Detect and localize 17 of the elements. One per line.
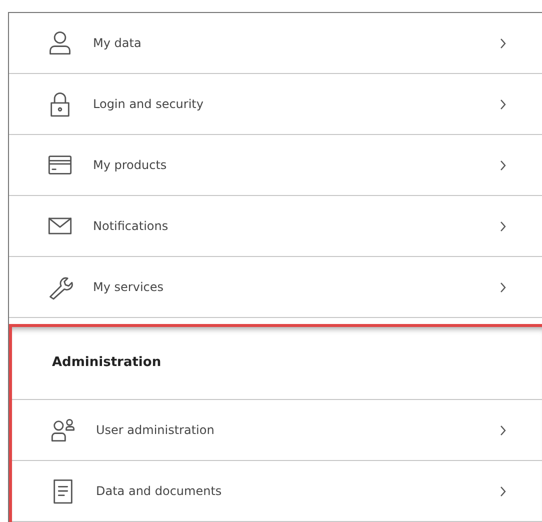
menu-item[interactable]: My data xyxy=(9,13,542,74)
chevron-icon xyxy=(500,160,506,170)
chevron-icon xyxy=(500,38,506,48)
menu-item[interactable]: User administration xyxy=(12,400,542,461)
menu-item[interactable]: My products xyxy=(9,135,542,196)
chevron-icon xyxy=(500,486,506,496)
chevron-icon xyxy=(500,424,506,436)
chevron-icon xyxy=(500,220,506,232)
person-icon xyxy=(47,30,73,56)
menu-item[interactable]: Data and documents xyxy=(12,461,542,522)
chevron-icon xyxy=(500,282,506,292)
chevron-icon xyxy=(500,98,506,110)
section-title: Administration xyxy=(52,354,162,372)
menu-item[interactable]: Notifications xyxy=(9,196,542,257)
menu-item[interactable]: My services xyxy=(9,257,542,318)
menu-item[interactable]: Login and security xyxy=(9,74,542,135)
users-icon xyxy=(50,417,76,443)
